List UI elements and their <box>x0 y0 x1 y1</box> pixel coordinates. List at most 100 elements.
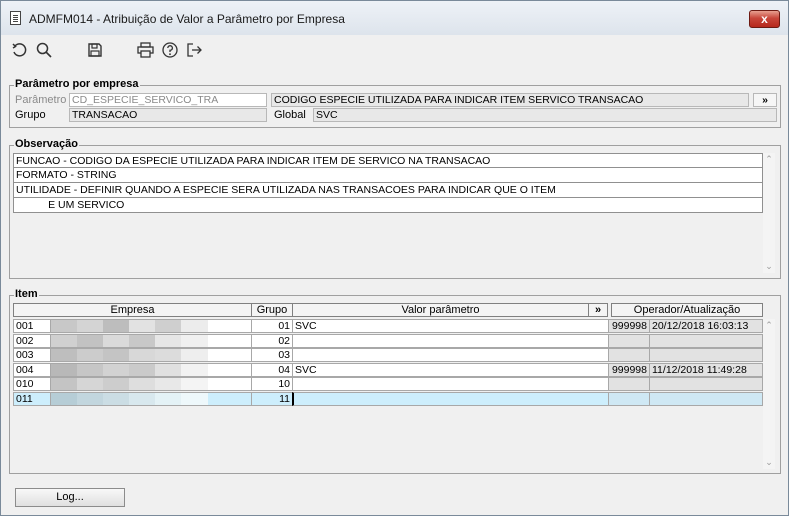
row-operador-cell: 999998 <box>608 319 650 333</box>
row-valor-cell[interactable] <box>292 348 609 362</box>
redacted-block <box>77 334 104 347</box>
redacted-block <box>181 378 208 390</box>
row-grupo-cell[interactable]: 03 <box>251 348 293 362</box>
row-valor-cell[interactable] <box>292 391 609 406</box>
redacted-block <box>155 320 182 332</box>
row-empresa-cell[interactable] <box>50 362 252 377</box>
document-icon <box>10 11 21 25</box>
col-header-grupo[interactable]: Grupo <box>251 303 293 317</box>
row-data-cell <box>649 348 763 362</box>
parametro-label: Parâmetro <box>15 94 67 106</box>
redacted-block <box>51 378 78 390</box>
redacted-block <box>103 363 130 376</box>
undo-icon[interactable] <box>10 41 28 59</box>
help-icon[interactable] <box>161 41 179 59</box>
row-code-cell[interactable]: 010 <box>13 377 51 391</box>
col-header-more-button[interactable]: » <box>588 303 608 317</box>
more-button[interactable]: » <box>753 93 777 107</box>
redacted-block <box>77 349 104 361</box>
redacted-block <box>155 349 182 361</box>
col-header-valor[interactable]: Valor parâmetro <box>292 303 589 317</box>
row-data-cell <box>649 391 763 406</box>
row-empresa-cell[interactable] <box>50 391 252 406</box>
toolbar <box>1 35 788 65</box>
redacted-block <box>77 320 104 332</box>
global-field: SVC <box>313 108 777 122</box>
observacao-group-title: Observação <box>14 138 79 150</box>
redacted-block <box>77 392 104 405</box>
log-button[interactable]: Log... <box>15 488 125 507</box>
row-empresa-cell[interactable] <box>50 348 252 362</box>
row-empresa-cell[interactable] <box>50 333 252 348</box>
redacted-block <box>181 349 208 361</box>
redacted-block <box>155 378 182 390</box>
close-button[interactable]: x <box>749 10 780 28</box>
redacted-block <box>51 334 78 347</box>
row-code-cell[interactable]: 001 <box>13 319 51 333</box>
row-grupo-cell[interactable]: 11 <box>251 391 293 406</box>
redacted-block <box>155 334 182 347</box>
col-header-operador[interactable]: Operador/Atualização <box>611 303 763 317</box>
redacted-block <box>103 392 130 405</box>
observacao-scrollbar[interactable]: ⌃ ⌄ <box>763 153 775 273</box>
redacted-block <box>103 378 130 390</box>
redacted-block <box>129 334 156 347</box>
row-data-cell: 11/12/2018 11:49:28 <box>649 362 763 377</box>
descricao-field: CODIGO ESPECIE UTILIZADA PARA INDICAR IT… <box>271 93 749 107</box>
redacted-block <box>51 363 78 376</box>
row-data-cell <box>649 377 763 391</box>
search-icon[interactable] <box>35 41 53 59</box>
row-valor-cell[interactable]: SVC <box>292 362 609 377</box>
row-data-cell <box>649 333 763 348</box>
redacted-block <box>129 349 156 361</box>
row-empresa-cell[interactable] <box>50 377 252 391</box>
scroll-up-icon[interactable]: ⌃ <box>765 155 773 164</box>
row-valor-cell[interactable] <box>292 333 609 348</box>
row-code-cell[interactable]: 002 <box>13 333 51 348</box>
exit-icon[interactable] <box>185 41 203 59</box>
redacted-block <box>77 363 104 376</box>
redacted-block <box>103 320 130 332</box>
row-code-cell[interactable]: 003 <box>13 348 51 362</box>
redacted-block <box>77 378 104 390</box>
save-icon[interactable] <box>86 41 104 59</box>
redacted-block <box>129 320 156 332</box>
obs-line[interactable]: FUNCAO - CODIGO DA ESPECIE UTILIZADA PAR… <box>13 153 763 168</box>
row-operador-cell <box>608 333 650 348</box>
obs-line[interactable]: FORMATO - STRING <box>13 168 763 183</box>
scroll-down-icon[interactable]: ⌄ <box>765 262 773 271</box>
parametro-group-title: Parâmetro por empresa <box>14 78 140 90</box>
row-valor-cell[interactable] <box>292 377 609 391</box>
row-empresa-cell[interactable] <box>50 319 252 333</box>
redacted-block <box>181 320 208 332</box>
row-grupo-cell[interactable]: 04 <box>251 362 293 377</box>
item-scrollbar[interactable]: ⌃ ⌄ <box>763 319 775 469</box>
grupo-label: Grupo <box>15 109 46 121</box>
redacted-block <box>129 378 156 390</box>
redacted-block <box>51 349 78 361</box>
row-valor-cell[interactable]: SVC <box>292 319 609 333</box>
row-code-cell[interactable]: 004 <box>13 362 51 377</box>
item-group-title: Item <box>14 288 39 300</box>
redacted-block <box>181 363 208 376</box>
parametro-field[interactable]: CD_ESPECIE_SERVICO_TRA <box>69 93 267 107</box>
title-bar[interactable]: ADMFM014 - Atribuição de Valor a Parâmet… <box>1 1 788 35</box>
row-grupo-cell[interactable]: 10 <box>251 377 293 391</box>
redacted-block <box>51 320 78 332</box>
redacted-block <box>155 363 182 376</box>
print-icon[interactable] <box>136 41 154 59</box>
col-header-empresa[interactable]: Empresa <box>13 303 252 317</box>
redacted-block <box>129 392 156 405</box>
row-grupo-cell[interactable]: 02 <box>251 333 293 348</box>
scroll-down-icon[interactable]: ⌄ <box>765 458 773 467</box>
row-operador-cell <box>608 377 650 391</box>
row-grupo-cell[interactable]: 01 <box>251 319 293 333</box>
window-title: ADMFM014 - Atribuição de Valor a Parâmet… <box>29 12 345 26</box>
redacted-block <box>51 392 78 405</box>
scroll-up-icon[interactable]: ⌃ <box>765 321 773 330</box>
obs-line[interactable]: UTILIDADE - DEFINIR QUANDO A ESPECIE SER… <box>13 183 763 198</box>
redacted-block <box>103 349 130 361</box>
row-code-cell[interactable]: 011 <box>13 391 51 406</box>
row-data-cell: 20/12/2018 16:03:13 <box>649 319 763 333</box>
obs-line[interactable]: E UM SERVICO <box>13 198 763 213</box>
